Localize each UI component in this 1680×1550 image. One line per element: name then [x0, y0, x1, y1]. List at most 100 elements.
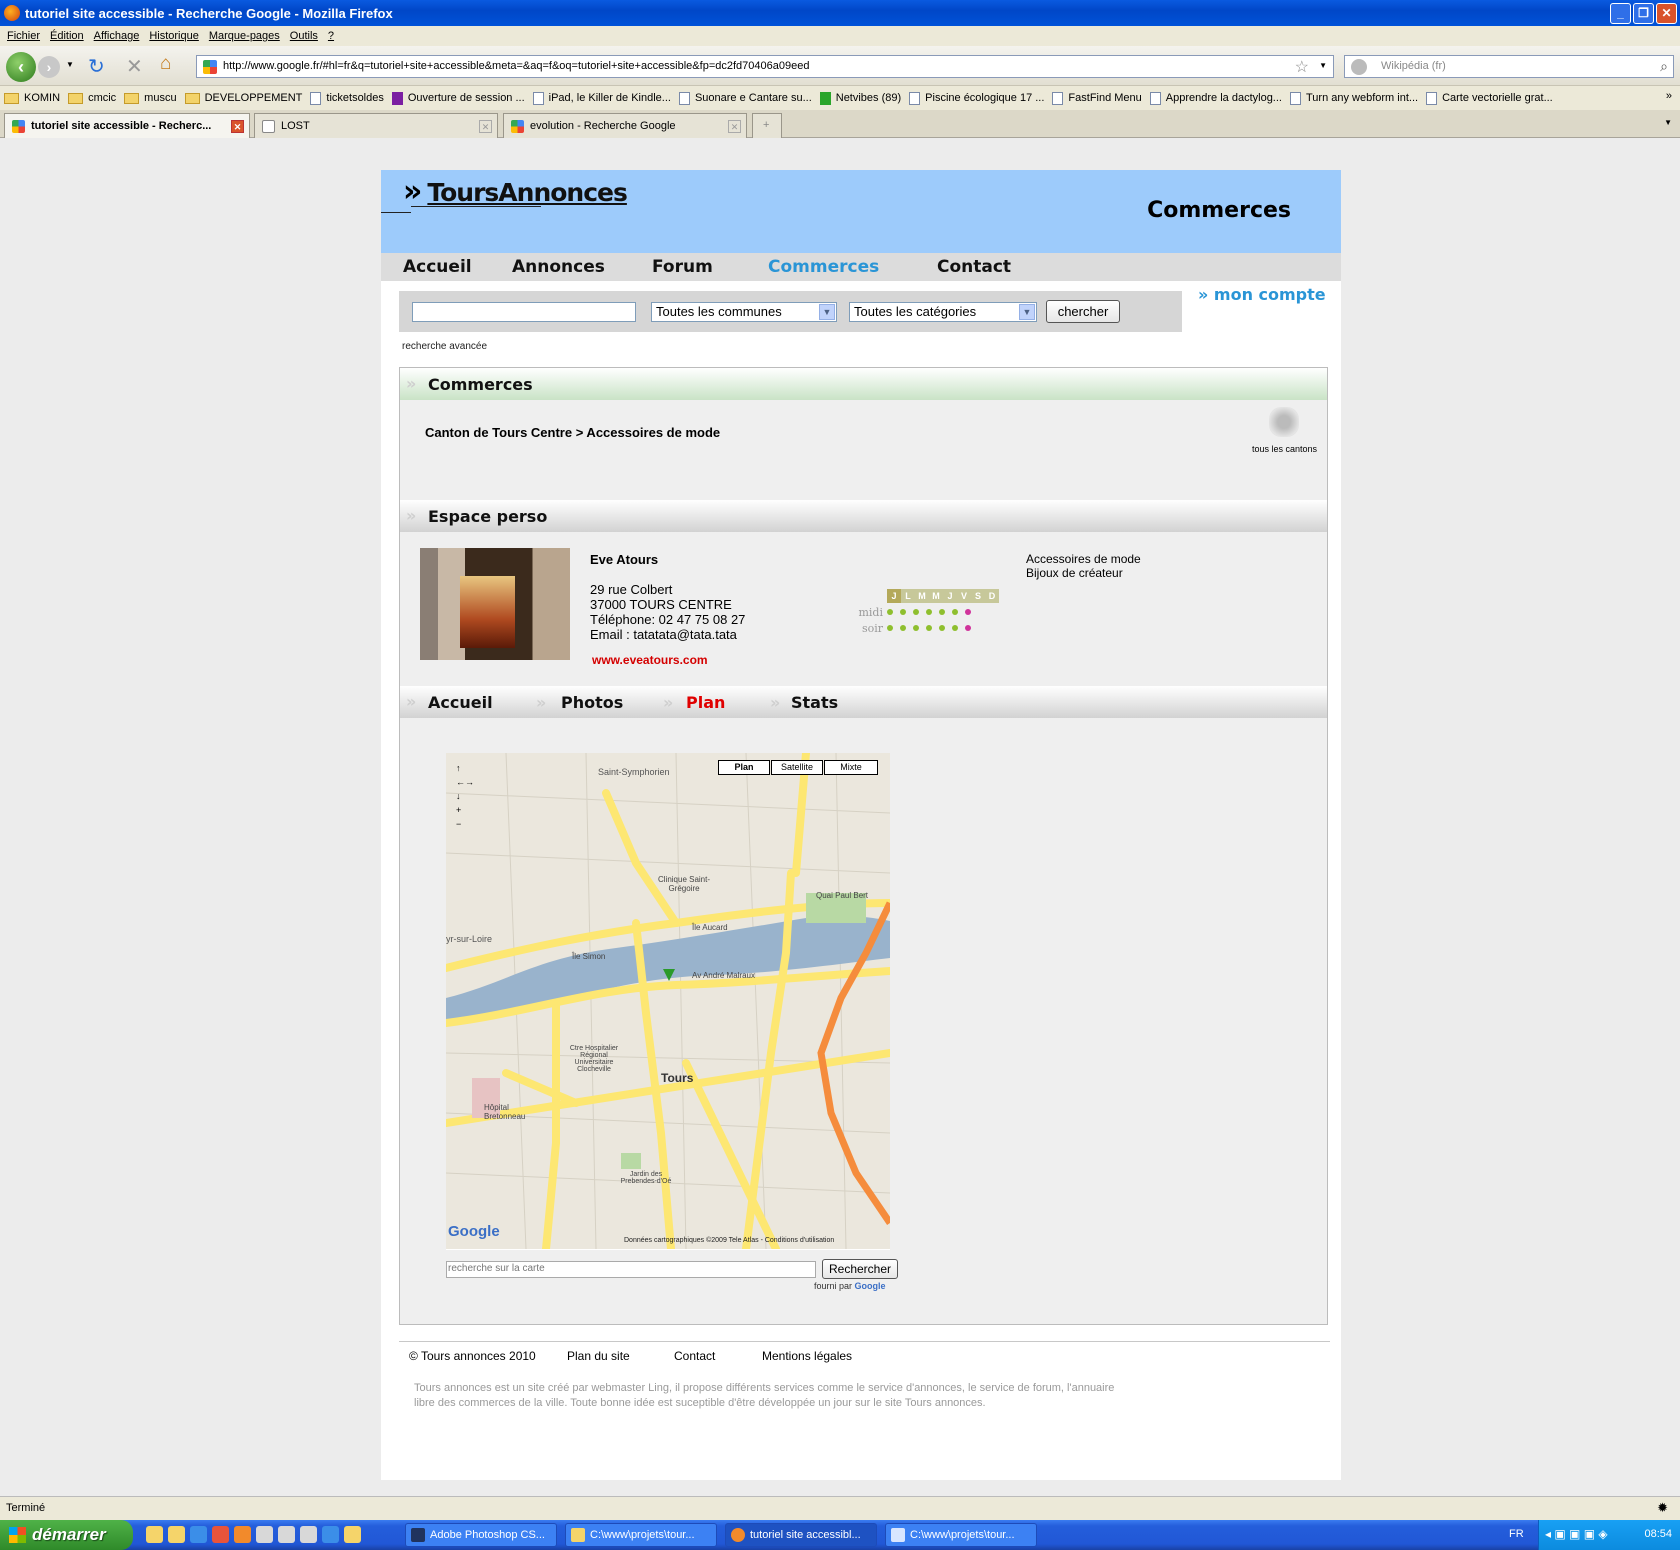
map-pan-zoom-controls[interactable]: ↑ ←→ ↓ + −	[456, 761, 474, 831]
home-icon[interactable]: ⌂	[160, 53, 171, 75]
map-type-mixte-button[interactable]: Mixte	[824, 760, 878, 775]
nav-commerces[interactable]: Commerces	[768, 257, 879, 277]
site-logo[interactable]: » ToursAnnonces	[403, 174, 628, 209]
language-indicator[interactable]: FR	[1509, 1528, 1524, 1540]
url-dropdown-icon[interactable]: ▼	[1319, 61, 1327, 70]
ie-icon[interactable]	[190, 1526, 207, 1543]
bookmark-item[interactable]: FastFind Menu	[1052, 91, 1142, 105]
commune-select[interactable]: Toutes les communes ▼	[651, 302, 837, 322]
bookmark-folder[interactable]: muscu	[124, 92, 177, 104]
footer-mentions-link[interactable]: Mentions légales	[762, 1349, 852, 1363]
close-tab-icon[interactable]: ✕	[728, 120, 741, 133]
stop-icon[interactable]: ✕	[126, 54, 143, 79]
tab-evolution[interactable]: evolution - Recherche Google ✕	[503, 113, 747, 138]
bookmark-item[interactable]: ticketsoldes	[310, 91, 384, 105]
menu-fichier[interactable]: Fichier	[7, 30, 40, 42]
app-icon[interactable]	[278, 1526, 295, 1543]
pan-down-icon[interactable]: ↓	[456, 789, 474, 803]
start-button[interactable]: démarrer	[0, 1520, 133, 1550]
bookmark-item[interactable]: Ouverture de session ...	[391, 91, 525, 105]
firefox-icon[interactable]	[234, 1526, 251, 1543]
shop-name: Eve Atours	[590, 552, 659, 567]
menu-historique[interactable]: Historique	[149, 30, 199, 42]
bookmark-star-icon[interactable]: ☆	[1295, 57, 1309, 77]
menu-outils[interactable]: Outils	[290, 30, 318, 42]
map-search-input[interactable]: recherche sur la carte	[446, 1261, 816, 1278]
tab-stats[interactable]: Stats	[791, 693, 838, 712]
bookmark-item[interactable]: Turn any webform int...	[1289, 91, 1418, 105]
addon-icon[interactable]: ✹	[1657, 1500, 1668, 1516]
tab-lost[interactable]: LOST ✕	[254, 113, 498, 138]
bookmark-folder[interactable]: KOMIN	[4, 92, 60, 104]
mon-compte-link[interactable]: » mon compte	[1198, 285, 1326, 304]
reload-icon[interactable]: ↻	[88, 54, 105, 79]
task-editor[interactable]: C:\www\projets\tour...	[885, 1523, 1037, 1547]
tab-list-icon[interactable]: ▼	[1664, 118, 1672, 127]
search-icon[interactable]: ⌕	[1660, 58, 1668, 75]
nav-annonces[interactable]: Annonces	[512, 257, 605, 277]
cantons-map-icon[interactable]	[1269, 407, 1299, 437]
tab-photos[interactable]: Photos	[561, 693, 623, 712]
shop-website-link[interactable]: www.eveatours.com	[592, 653, 708, 667]
folder-icon[interactable]	[168, 1526, 185, 1543]
soir-row: soir	[855, 620, 999, 636]
menu-marque-pages[interactable]: Marque-pages	[209, 30, 280, 42]
tab-tutoriel[interactable]: tutoriel site accessible - Recherc... ✕	[4, 113, 250, 138]
search-input[interactable]: Wikipédia (fr) ⌕	[1344, 55, 1674, 78]
bookmark-item[interactable]: Piscine écologique 17 ...	[909, 91, 1044, 105]
menu-edition[interactable]: Édition	[50, 30, 84, 42]
search-button[interactable]: chercher	[1046, 300, 1120, 323]
nav-accueil[interactable]: Accueil	[403, 257, 472, 277]
map-search-button[interactable]: Rechercher	[822, 1259, 898, 1279]
footer-plan-link[interactable]: Plan du site	[567, 1349, 630, 1363]
close-tab-icon[interactable]: ✕	[479, 120, 492, 133]
map-canvas[interactable]: ↑ ←→ ↓ + − Plan Satellite Mixte Saint-Sy…	[442, 749, 894, 1253]
close-button[interactable]: ✕	[1656, 3, 1677, 24]
categorie-select[interactable]: Toutes les catégories ▼	[849, 302, 1037, 322]
new-tab-button[interactable]: +	[752, 113, 782, 138]
tab-plan[interactable]: Plan	[686, 693, 725, 712]
bookmark-item[interactable]: Netvibes (89)	[819, 91, 901, 105]
chrome-icon[interactable]	[212, 1526, 229, 1543]
breadcrumb: Canton de Tours Centre > Accessoires de …	[425, 425, 721, 440]
pan-up-icon[interactable]: ↑	[456, 761, 474, 775]
menu-aide[interactable]: ?	[328, 30, 334, 42]
map-copyright[interactable]: Données cartographiques ©2009 Tele Atlas…	[624, 1237, 834, 1244]
folder-icon[interactable]	[146, 1526, 163, 1543]
app-icon[interactable]	[256, 1526, 273, 1543]
zoom-out-icon[interactable]: −	[456, 817, 474, 831]
back-button[interactable]: ‹	[6, 52, 36, 82]
menu-affichage[interactable]: Affichage	[94, 30, 140, 42]
tray-icons[interactable]: ◂ ▣ ▣ ▣ ◈	[1545, 1527, 1608, 1541]
tab-accueil[interactable]: Accueil	[428, 693, 493, 712]
bookmark-folder[interactable]: DEVELOPPEMENT	[184, 92, 302, 104]
maximize-button[interactable]: ❐	[1633, 3, 1654, 24]
task-firefox[interactable]: tutoriel site accessibl...	[725, 1523, 877, 1547]
bookmark-item[interactable]: Carte vectorielle grat...	[1426, 91, 1553, 105]
pan-left-right-icon[interactable]: ←→	[456, 775, 474, 789]
zoom-in-icon[interactable]: +	[456, 803, 474, 817]
forward-button[interactable]: ›	[38, 56, 60, 78]
history-dropdown-icon[interactable]: ▼	[66, 60, 74, 69]
more-bookmarks-icon[interactable]: »	[1666, 90, 1672, 102]
keyword-input[interactable]	[412, 302, 636, 322]
task-explorer[interactable]: C:\www\projets\tour...	[565, 1523, 717, 1547]
app-icon[interactable]	[300, 1526, 317, 1543]
minimize-button[interactable]: _	[1610, 3, 1631, 24]
task-photoshop[interactable]: Adobe Photoshop CS...	[405, 1523, 557, 1547]
ie-icon[interactable]	[322, 1526, 339, 1543]
advanced-search-link[interactable]: recherche avancée	[402, 341, 487, 352]
footer-contact-link[interactable]: Contact	[674, 1349, 715, 1363]
nav-forum[interactable]: Forum	[652, 257, 713, 277]
bookmark-item[interactable]: Apprendre la dactylog...	[1149, 91, 1282, 105]
close-tab-icon[interactable]: ✕	[231, 120, 244, 133]
map-type-satellite-button[interactable]: Satellite	[771, 760, 823, 775]
tous-cantons-link[interactable]: tous les cantons	[1252, 444, 1317, 454]
bookmark-folder[interactable]: cmcic	[68, 92, 116, 104]
bookmark-item[interactable]: Suonare e Cantare su...	[678, 91, 812, 105]
map-type-plan-button[interactable]: Plan	[718, 760, 770, 775]
bookmark-item[interactable]: iPad, le Killer de Kindle...	[532, 91, 671, 105]
url-bar[interactable]: http://www.google.fr/#hl=fr&q=tutoriel+s…	[196, 55, 1334, 78]
folder-icon[interactable]	[344, 1526, 361, 1543]
nav-contact[interactable]: Contact	[937, 257, 1011, 277]
